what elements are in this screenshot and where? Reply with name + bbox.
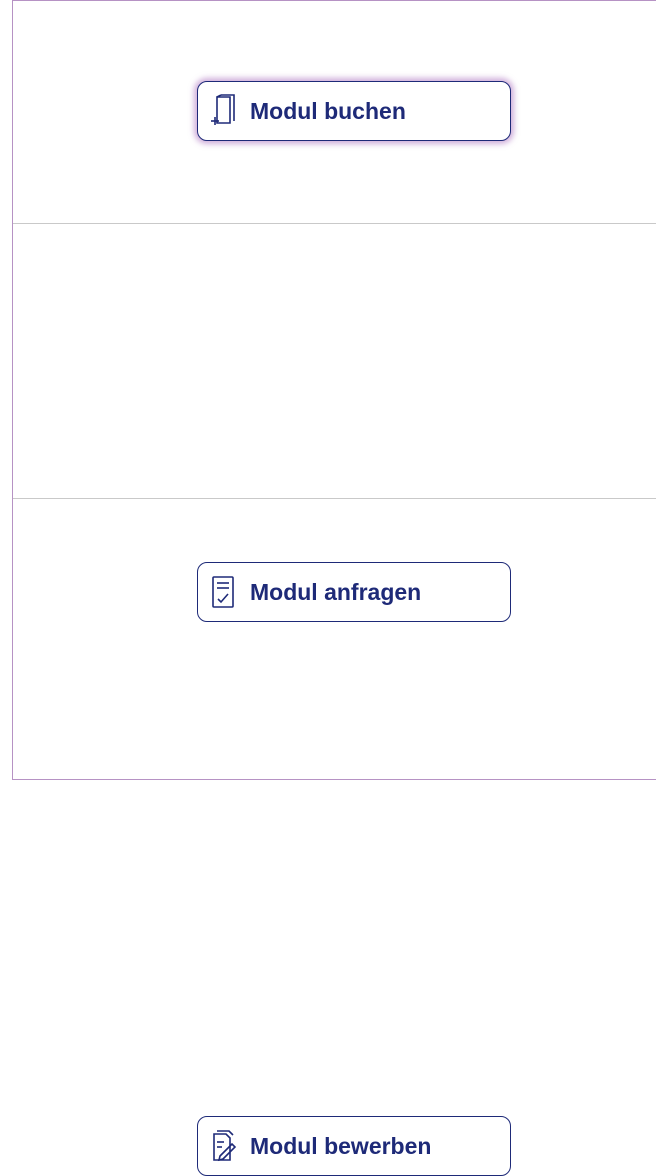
action-row-apply: Modul bewerben bbox=[13, 499, 656, 1176]
book-module-button[interactable]: Modul buchen bbox=[197, 81, 511, 141]
apply-module-button[interactable]: Modul bewerben bbox=[197, 1116, 511, 1176]
action-row-book: Modul buchen bbox=[13, 1, 656, 223]
book-add-icon bbox=[208, 92, 238, 130]
module-actions-panel: Modul buchen Modul anfragen Modul bewerb… bbox=[12, 0, 656, 1176]
action-row-request: Modul anfragen bbox=[13, 224, 656, 622]
book-module-label: Modul buchen bbox=[250, 97, 406, 124]
apply-module-label: Modul bewerben bbox=[250, 1132, 432, 1159]
document-edit-icon bbox=[208, 1127, 238, 1165]
